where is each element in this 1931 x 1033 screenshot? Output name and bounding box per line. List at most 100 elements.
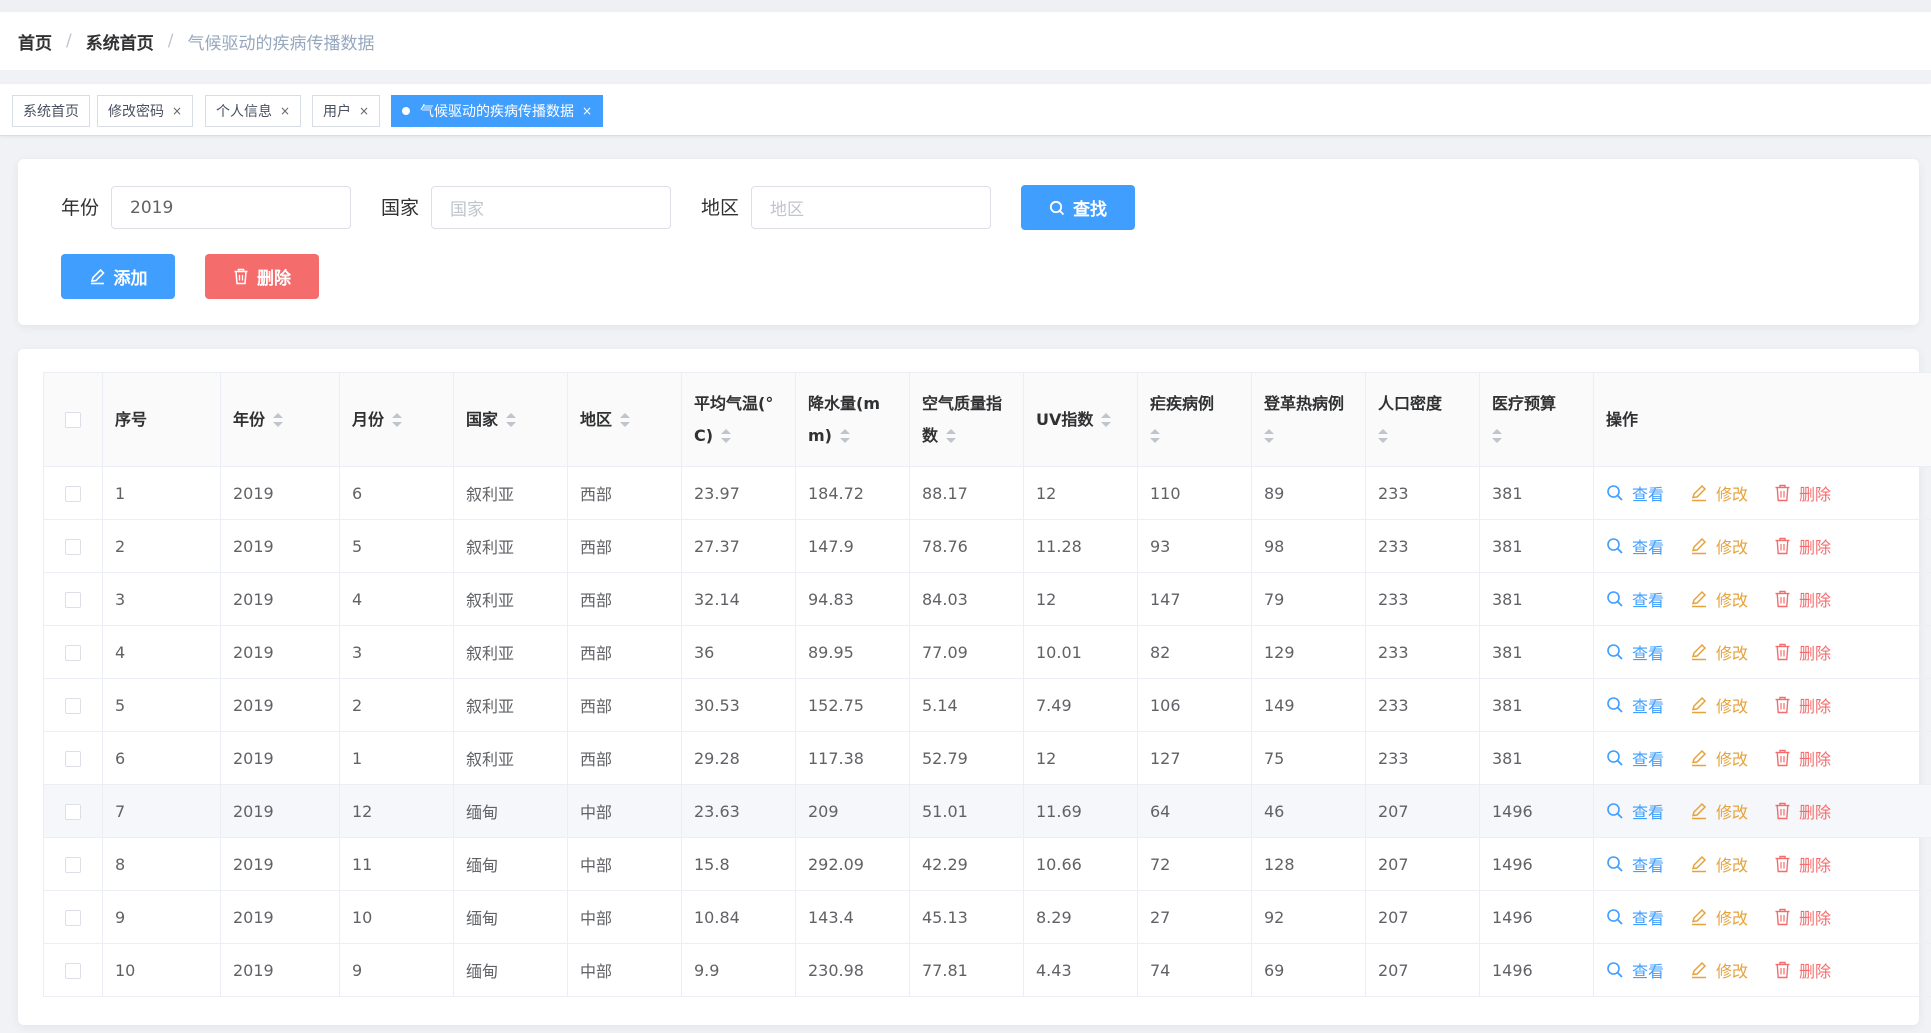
search-button[interactable]: 查找 xyxy=(1021,185,1135,230)
close-icon[interactable]: × xyxy=(582,104,592,118)
delete-row-button[interactable]: 删除 xyxy=(1774,534,1831,558)
tab-system-home[interactable]: 系统首页 xyxy=(12,95,90,127)
close-icon[interactable]: × xyxy=(172,104,182,118)
table-row[interactable]: 7 2019 12 缅甸 中部 23.63 209 51.01 11.69 64 46 207 1496… xyxy=(43,784,1931,838)
row-select[interactable] xyxy=(43,943,103,997)
delete-button[interactable]: 删除 xyxy=(205,254,319,299)
delete-row-button[interactable]: 删除 xyxy=(1774,587,1831,611)
delete-row-button[interactable]: 删除 xyxy=(1774,852,1831,876)
checkbox[interactable] xyxy=(65,486,81,502)
sort-icon[interactable] xyxy=(1264,429,1274,443)
header-country[interactable]: 国家 xyxy=(453,372,568,467)
row-select[interactable] xyxy=(43,837,103,891)
edit-button[interactable]: 修改 xyxy=(1690,958,1748,982)
row-select[interactable] xyxy=(43,572,103,626)
row-select[interactable] xyxy=(43,519,103,573)
view-button[interactable]: 查看 xyxy=(1606,481,1664,505)
breadcrumb-system-home[interactable]: 系统首页 xyxy=(86,29,154,54)
breadcrumb-home[interactable]: 首页 xyxy=(18,29,52,54)
row-select[interactable] xyxy=(43,678,103,732)
checkbox[interactable] xyxy=(65,592,81,608)
delete-row-button[interactable]: 删除 xyxy=(1774,799,1831,823)
country-input[interactable]: 国家 xyxy=(431,186,671,229)
sort-icon[interactable] xyxy=(392,413,403,427)
table-row[interactable]: 9 2019 10 缅甸 中部 10.84 143.4 45.13 8.29 27 92 207 149… xyxy=(43,890,1931,944)
delete-row-button[interactable]: 删除 xyxy=(1774,746,1831,770)
row-select[interactable] xyxy=(43,784,103,838)
table-row[interactable]: 8 2019 11 缅甸 中部 15.8 292.09 42.29 10.66 72 128 207 1… xyxy=(43,837,1931,891)
table-row[interactable]: 4 2019 3 叙利亚 西部 36 89.95 77.09 10.01 82 129 233 381 查… xyxy=(43,625,1931,679)
sort-icon[interactable] xyxy=(721,429,732,443)
edit-button[interactable]: 修改 xyxy=(1690,746,1748,770)
checkbox[interactable] xyxy=(65,698,81,714)
edit-button[interactable]: 修改 xyxy=(1690,799,1748,823)
sort-icon[interactable] xyxy=(273,413,284,427)
edit-button[interactable]: 修改 xyxy=(1690,481,1748,505)
view-button[interactable]: 查看 xyxy=(1606,958,1664,982)
delete-row-button[interactable]: 删除 xyxy=(1774,693,1831,717)
view-button[interactable]: 查看 xyxy=(1606,746,1664,770)
header-temperature[interactable]: 平均气温(° C) xyxy=(681,372,796,467)
view-button[interactable]: 查看 xyxy=(1606,799,1664,823)
header-dengue[interactable]: 登革热病例 xyxy=(1251,372,1366,467)
header-health-budget[interactable]: 医疗预算 xyxy=(1479,372,1594,467)
year-input[interactable]: 2019 xyxy=(111,186,351,229)
table-row[interactable]: 3 2019 4 叙利亚 西部 32.14 94.83 84.03 12 147 79 233 381 查… xyxy=(43,572,1931,626)
sort-icon[interactable] xyxy=(839,429,850,443)
view-button[interactable]: 查看 xyxy=(1606,587,1664,611)
delete-row-button[interactable]: 删除 xyxy=(1774,640,1831,664)
header-population-density[interactable]: 人口密度 xyxy=(1365,372,1480,467)
sort-icon[interactable] xyxy=(620,413,631,427)
view-button[interactable]: 查看 xyxy=(1606,905,1664,929)
close-icon[interactable]: × xyxy=(359,104,369,118)
table-row[interactable]: 6 2019 1 叙利亚 西部 29.28 117.38 52.79 12 127 75 233 381… xyxy=(43,731,1931,785)
checkbox[interactable] xyxy=(65,857,81,873)
table-row[interactable]: 10 2019 9 缅甸 中部 9.9 230.98 77.81 4.43 74 69 207 1496… xyxy=(43,943,1931,997)
row-select[interactable] xyxy=(43,890,103,944)
view-button[interactable]: 查看 xyxy=(1606,534,1664,558)
tab-disease-data[interactable]: 气候驱动的疾病传播数据 × xyxy=(391,95,604,127)
header-air-quality[interactable]: 空气质量指数 xyxy=(909,372,1024,467)
sort-icon[interactable] xyxy=(1101,413,1112,427)
checkbox[interactable] xyxy=(65,412,81,428)
checkbox[interactable] xyxy=(65,963,81,979)
header-year[interactable]: 年份 xyxy=(220,372,340,467)
view-button[interactable]: 查看 xyxy=(1606,693,1664,717)
edit-button[interactable]: 修改 xyxy=(1690,852,1748,876)
row-select[interactable] xyxy=(43,625,103,679)
sort-icon[interactable] xyxy=(1150,429,1160,443)
checkbox[interactable] xyxy=(65,804,81,820)
header-region[interactable]: 地区 xyxy=(567,372,682,467)
edit-button[interactable]: 修改 xyxy=(1690,693,1748,717)
checkbox[interactable] xyxy=(65,645,81,661)
header-month[interactable]: 月份 xyxy=(339,372,454,467)
sort-icon[interactable] xyxy=(946,429,957,443)
checkbox[interactable] xyxy=(65,751,81,767)
view-button[interactable]: 查看 xyxy=(1606,640,1664,664)
close-icon[interactable]: × xyxy=(280,104,290,118)
delete-row-button[interactable]: 删除 xyxy=(1774,958,1831,982)
table-row[interactable]: 1 2019 6 叙利亚 西部 23.97 184.72 88.17 12 110 89 233 381… xyxy=(43,466,1931,520)
region-input[interactable]: 地区 xyxy=(751,186,991,229)
row-select[interactable] xyxy=(43,731,103,785)
header-precipitation[interactable]: 降水量(m m) xyxy=(795,372,910,467)
delete-row-button[interactable]: 删除 xyxy=(1774,481,1831,505)
sort-icon[interactable] xyxy=(1492,429,1502,443)
row-select[interactable] xyxy=(43,466,103,520)
edit-button[interactable]: 修改 xyxy=(1690,905,1748,929)
header-malaria[interactable]: 疟疾病例 xyxy=(1137,372,1252,467)
edit-button[interactable]: 修改 xyxy=(1690,534,1748,558)
sort-icon[interactable] xyxy=(1378,429,1388,443)
checkbox[interactable] xyxy=(65,910,81,926)
delete-row-button[interactable]: 删除 xyxy=(1774,905,1831,929)
checkbox[interactable] xyxy=(65,539,81,555)
add-button[interactable]: 添加 xyxy=(61,254,175,299)
edit-button[interactable]: 修改 xyxy=(1690,587,1748,611)
table-row[interactable]: 2 2019 5 叙利亚 西部 27.37 147.9 78.76 11.28 93 98 233 38… xyxy=(43,519,1931,573)
sort-icon[interactable] xyxy=(506,413,517,427)
tab-change-password[interactable]: 修改密码 × xyxy=(97,95,194,127)
table-row[interactable]: 5 2019 2 叙利亚 西部 30.53 152.75 5.14 7.49 106 149 233 3… xyxy=(43,678,1931,732)
tab-personal-info[interactable]: 个人信息 × xyxy=(205,95,302,127)
header-select-all[interactable] xyxy=(43,372,103,467)
tab-user[interactable]: 用户 × xyxy=(312,95,381,127)
